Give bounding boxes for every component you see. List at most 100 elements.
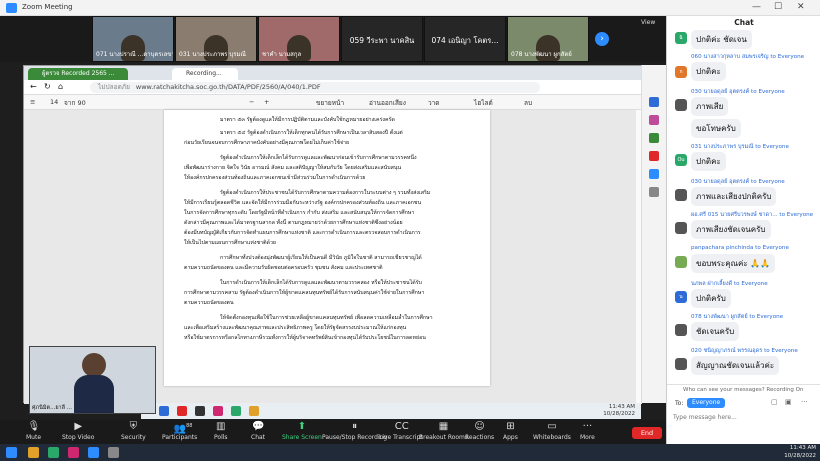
live-transcript-button[interactable]: CC Live Transcript <box>379 421 423 441</box>
file-icon[interactable]: ▢ <box>771 398 778 406</box>
self-view-video[interactable]: ศุภนิมิต...ยาลี ... <box>29 346 156 414</box>
recipient-select[interactable]: Everyone <box>687 398 726 408</box>
clock-time: 11:43 AM <box>608 404 635 410</box>
video-tile[interactable]: 078 นางพัฒนา ผูกสัตย์ <box>507 16 589 62</box>
page-number-input[interactable]: 14 <box>50 98 58 106</box>
apps-icon: ⊞ <box>506 421 515 432</box>
app-icon[interactable] <box>213 406 223 416</box>
more-button[interactable]: ··· More <box>580 421 595 441</box>
app-icon[interactable] <box>68 447 79 458</box>
avatar <box>675 99 687 111</box>
message-sender: นภพล ฝากเลี้ยงดี to Everyone <box>691 281 768 287</box>
message-sender: 020 ชนิญญาภรณ์ พรรณอุดร to Everyone <box>691 348 798 354</box>
apps-label: Apps <box>503 434 518 441</box>
video-tile[interactable]: 059 วีระพา นาคสิน <box>341 16 423 62</box>
next-page-icon[interactable]: › <box>595 32 609 46</box>
reactions-button[interactable]: ☺ Reactions <box>465 421 494 441</box>
window-title-bar: Zoom Meeting — ☐ ✕ <box>0 0 820 16</box>
app-icon[interactable] <box>231 406 241 416</box>
breakout-rooms-button[interactable]: ▦ Breakout Rooms <box>419 421 468 441</box>
start-icon[interactable] <box>6 447 17 458</box>
end-meeting-button[interactable]: End <box>632 427 662 439</box>
breakout-icon: ▦ <box>438 421 449 432</box>
view-button[interactable]: View <box>641 19 655 26</box>
stop-video-label: Stop Video <box>62 434 95 441</box>
file-explorer-icon[interactable] <box>28 447 39 458</box>
fit-page-button[interactable]: ขยายหน้า <box>316 98 344 108</box>
security-button[interactable]: ⛨ Security <box>121 421 146 441</box>
message-sender: 060 นางสาวกุหลาบ สมพรเจริญ to Everyone <box>691 54 805 60</box>
pdf-toolbar: ≡ 14 จาก 90 − + ขยายหน้า อ่านออกเสียง วา… <box>24 95 642 110</box>
more-options-icon[interactable]: ··· <box>801 398 808 406</box>
tile-name: 031 นางประภาพร บุรมณี <box>179 51 246 58</box>
avatar <box>675 358 687 370</box>
reactions-label: Reactions <box>465 434 495 441</box>
video-tile[interactable]: 031 นางประภาพร บุรมณี <box>175 16 257 62</box>
erase-button[interactable]: ลบ <box>524 98 532 108</box>
polls-button[interactable]: ▥ Polls <box>214 421 228 441</box>
app-icon[interactable] <box>249 406 259 416</box>
tile-name: ชาคำ นามสกุล <box>262 51 302 58</box>
app-icon[interactable] <box>195 406 205 416</box>
pdf-line: ในการจัดการศึกษาทุกระดับ โดยรัฐมีหน้าที่… <box>184 210 415 216</box>
message-text: ปกติคะ <box>691 152 726 171</box>
edge-icon[interactable] <box>159 406 169 416</box>
browser-tab[interactable]: ผู้ตรวจ Recorded 2565 ... <box>28 68 128 80</box>
pdf-line: หรือใช้มาตรการหรือกลไกทางภาษีรวมทั้งการใ… <box>184 335 426 341</box>
search-icon[interactable] <box>649 97 659 107</box>
app-icon[interactable] <box>177 406 187 416</box>
polls-icon: ▥ <box>216 421 226 432</box>
url-field[interactable]: ไม่ปลอดภัย www.ratchakitcha.soc.go.th/DAT… <box>90 82 540 93</box>
url-text: www.ratchakitcha.soc.go.th/DATA/PDF/2560… <box>135 83 321 91</box>
whiteboards-button[interactable]: ▭ Whiteboards <box>533 421 571 441</box>
window-title: Zoom Meeting <box>22 3 73 11</box>
back-icon[interactable]: ← <box>30 82 37 91</box>
windows-taskbar: 11:43 AM 10/28/2022 <box>0 444 820 461</box>
refresh-icon[interactable]: ↻ <box>44 82 51 91</box>
taskbar-clock: 11:43 AM 10/28/2022 <box>603 404 635 418</box>
smile-icon: ☺ <box>474 421 485 432</box>
share-screen-button[interactable]: ⬆ Share Screen <box>282 421 322 441</box>
tools-icon[interactable] <box>649 133 659 143</box>
screenshot-icon[interactable]: ▣ <box>785 398 792 406</box>
recording-indicator[interactable]: Recording... <box>172 68 238 80</box>
maximize-icon[interactable]: ☐ <box>774 2 782 12</box>
chat-button[interactable]: 💬 Chat <box>251 421 265 441</box>
shared-screen-taskbar: 11:43 AM 10/28/2022 <box>141 403 641 419</box>
collections-icon[interactable] <box>649 115 659 125</box>
to-label: To: <box>675 400 684 407</box>
draw-button[interactable]: วาด <box>428 98 440 108</box>
avatar <box>675 189 687 201</box>
pdf-line: ต้องมีบทบัญญัติเกี่ยวกับการจัดทำแผนการศึ… <box>184 230 421 236</box>
video-tile[interactable]: ชาคำ นามสกุล <box>258 16 340 62</box>
microphone-icon: 🎙 <box>27 421 41 432</box>
browser-sidebar <box>641 65 666 403</box>
office-icon[interactable] <box>649 151 659 161</box>
zoom-in-icon[interactable]: + <box>264 98 269 106</box>
app-icon[interactable] <box>108 447 119 458</box>
mute-button[interactable]: 🎙 Mute <box>26 421 41 441</box>
recording-button[interactable]: ⏸ Pause/Stop Recording <box>322 421 387 441</box>
chrome-icon[interactable] <box>48 447 59 458</box>
participants-button[interactable]: 👥88 Participants <box>162 421 197 441</box>
video-tile[interactable]: 071 นางปราณี ...ดาบุตรเลขานุการ <box>92 16 174 62</box>
page-count: จาก 90 <box>64 99 86 107</box>
video-tile[interactable]: 074 เอนิญา โคตร... <box>424 16 506 62</box>
add-icon[interactable] <box>649 187 659 197</box>
highlight-button[interactable]: ไฮไลต์ <box>474 98 493 108</box>
zoom-icon[interactable] <box>88 447 99 458</box>
zoom-out-icon[interactable]: − <box>249 98 254 106</box>
apps-button[interactable]: ⊞ Apps <box>503 421 518 441</box>
home-icon[interactable]: ⌂ <box>58 82 63 91</box>
participants-count: 88 <box>186 423 193 429</box>
close-icon[interactable]: ✕ <box>797 2 805 12</box>
minimize-icon[interactable]: — <box>752 2 761 12</box>
cc-icon: CC <box>394 421 409 432</box>
menu-icon[interactable]: ≡ <box>30 98 35 106</box>
pdf-line: การศึกษาทั้งปวงต้องมุ่งพัฒนาผู้เรียนให้เ… <box>220 255 422 261</box>
whiteboards-label: Whiteboards <box>533 434 571 441</box>
outlook-icon[interactable] <box>649 169 659 179</box>
stop-video-button[interactable]: ▶ Stop Video <box>62 421 94 441</box>
chat-message-input[interactable] <box>673 411 813 423</box>
read-aloud-button[interactable]: อ่านออกเสียง <box>369 98 406 108</box>
